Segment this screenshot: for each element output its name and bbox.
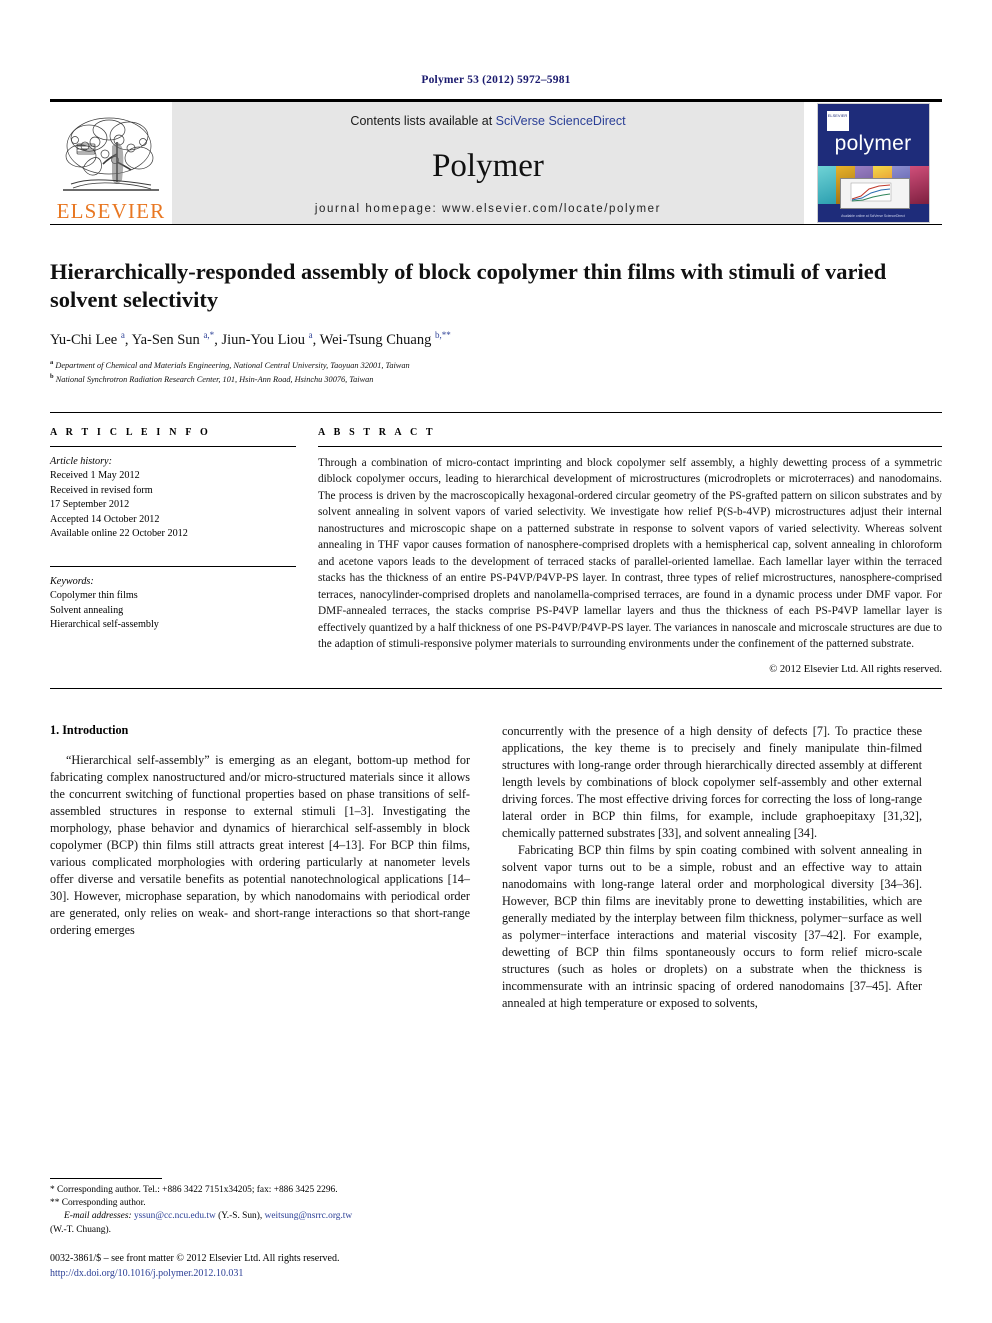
email-link-chuang[interactable]: weitsung@nsrrc.org.tw <box>265 1211 353 1221</box>
footnote-emails: E-mail addresses: yssun@cc.ncu.edu.tw (Y… <box>50 1210 470 1223</box>
banner-bottom-rule <box>50 224 942 225</box>
keyword-item: Copolymer thin films <box>50 590 138 602</box>
sciencedirect-link[interactable]: SciVerse ScienceDirect <box>496 114 626 128</box>
keyword-item: Hierarchical self-assembly <box>50 619 159 631</box>
journal-banner-center: Contents lists available at SciVerse Sci… <box>172 102 804 224</box>
affiliations: a Department of Chemical and Materials E… <box>50 358 942 386</box>
footnote-email-owner-chuang: (W.-T. Chuang). <box>50 1224 111 1235</box>
abstract-rule <box>318 445 942 447</box>
cover-journal-title: polymer <box>834 132 912 155</box>
cover-inset-chart <box>839 178 910 209</box>
elsevier-tree-icon <box>59 112 163 200</box>
running-head: Polymer 53 (2012) 5972–5981 <box>421 74 571 86</box>
history-item: Received 1 May 2012 <box>50 470 140 482</box>
journal-homepage-link[interactable]: journal homepage: www.elsevier.com/locat… <box>315 203 661 215</box>
keywords-label: Keywords: <box>50 575 94 587</box>
contents-available-line: Contents lists available at SciVerse Sci… <box>350 114 625 128</box>
keyword-item: Solvent annealing <box>50 604 124 616</box>
footnote-rule <box>50 1177 162 1179</box>
article-page: Polymer 53 (2012) 5972–5981 ELSEVIER Con… <box>0 0 992 1323</box>
keywords-block: Keywords: Copolymer thin films Solvent a… <box>50 558 296 633</box>
elsevier-wordmark: ELSEVIER <box>56 199 166 223</box>
email-owner-sun: (Y.-S. Sun), <box>218 1211 263 1222</box>
issn-front-matter: 0032-3861/$ – see front matter © 2012 El… <box>50 1253 340 1264</box>
footnote-corresponding-2: ** Corresponding author. <box>50 1197 146 1208</box>
imprint-block: 0032-3861/$ – see front matter © 2012 El… <box>50 1251 470 1281</box>
email-link-sun[interactable]: yssun@cc.ncu.edu.tw <box>134 1211 216 1221</box>
email-addresses-label: E-mail addresses: <box>64 1211 132 1222</box>
intro-paragraph-1-continued: concurrently with the presence of a high… <box>502 724 922 841</box>
author-affil-marker: b,** <box>435 329 451 340</box>
cover-publisher-logo-icon: ELSEVIER <box>826 111 849 131</box>
info-abstract-section: A R T I C L E I N F O Article history: R… <box>50 411 942 675</box>
cover-footer-text: Available online at SciVerse ScienceDire… <box>841 214 905 218</box>
keywords-list: Keywords: Copolymer thin films Solvent a… <box>50 575 296 633</box>
article-info-heading: A R T I C L E I N F O <box>50 426 211 438</box>
intro-paragraph-1: “Hierarchical self-assembly” is emerging… <box>50 753 470 938</box>
keywords-rule <box>50 565 296 567</box>
author-affil-marker: a,* <box>203 329 215 340</box>
abstract-bottom-rule <box>50 688 942 690</box>
article-info-rule <box>50 445 296 447</box>
abstract-text: Through a combination of micro-contact i… <box>318 456 942 651</box>
article-history-label: Article history: <box>50 455 112 467</box>
body-left-column: 1. Introduction “Hierarchical self-assem… <box>50 723 470 1012</box>
doi-link[interactable]: http://dx.doi.org/10.1016/j.polymer.2012… <box>50 1266 470 1281</box>
footnotes-block: * Corresponding author. Tel.: +886 3422 … <box>50 1177 470 1281</box>
abstract-column: A B S T R A C T Through a combination of… <box>318 427 942 675</box>
abstract-heading: A B S T R A C T <box>318 426 436 438</box>
abstract-copyright: © 2012 Elsevier Ltd. All rights reserved… <box>769 664 942 676</box>
journal-banner: ELSEVIER Contents lists available at Sci… <box>50 99 942 224</box>
page-title: Hierarchically-responded assembly of blo… <box>50 259 887 313</box>
journal-cover-thumbnail: ELSEVIER polymer Available online at Sci… <box>804 102 942 224</box>
intro-paragraph-2: Fabricating BCP thin films by spin coati… <box>502 843 922 1011</box>
history-item: 17 September 2012 <box>50 499 130 511</box>
journal-title: Polymer <box>432 148 544 184</box>
history-item: Available online 22 October 2012 <box>50 528 188 540</box>
body-right-column: concurrently with the presence of a high… <box>502 723 922 1012</box>
history-item: Accepted 14 October 2012 <box>50 513 160 525</box>
affiliation-a: a Department of Chemical and Materials E… <box>50 358 410 370</box>
author-affil-marker: a <box>308 329 313 340</box>
article-history: Article history: Received 1 May 2012 Rec… <box>50 455 296 542</box>
author-affil-marker: a <box>120 329 125 340</box>
cover-image: ELSEVIER polymer Available online at Sci… <box>816 103 930 223</box>
section-heading-introduction: 1. Introduction <box>50 723 129 738</box>
elsevier-logo: ELSEVIER <box>50 102 172 224</box>
article-info-column: A R T I C L E I N F O Article history: R… <box>50 427 296 675</box>
affiliation-b: b National Synchrotron Radiation Researc… <box>50 372 374 384</box>
contents-prefix: Contents lists available at <box>350 114 496 128</box>
footnote-corresponding-1: * Corresponding author. Tel.: +886 3422 … <box>50 1184 338 1195</box>
author-list: Yu-Chi Lee a, Ya-Sen Sun a,*, Jiun-You L… <box>50 329 451 348</box>
history-item: Received in revised form <box>50 484 153 496</box>
body-columns: 1. Introduction “Hierarchical self-assem… <box>50 723 942 1012</box>
